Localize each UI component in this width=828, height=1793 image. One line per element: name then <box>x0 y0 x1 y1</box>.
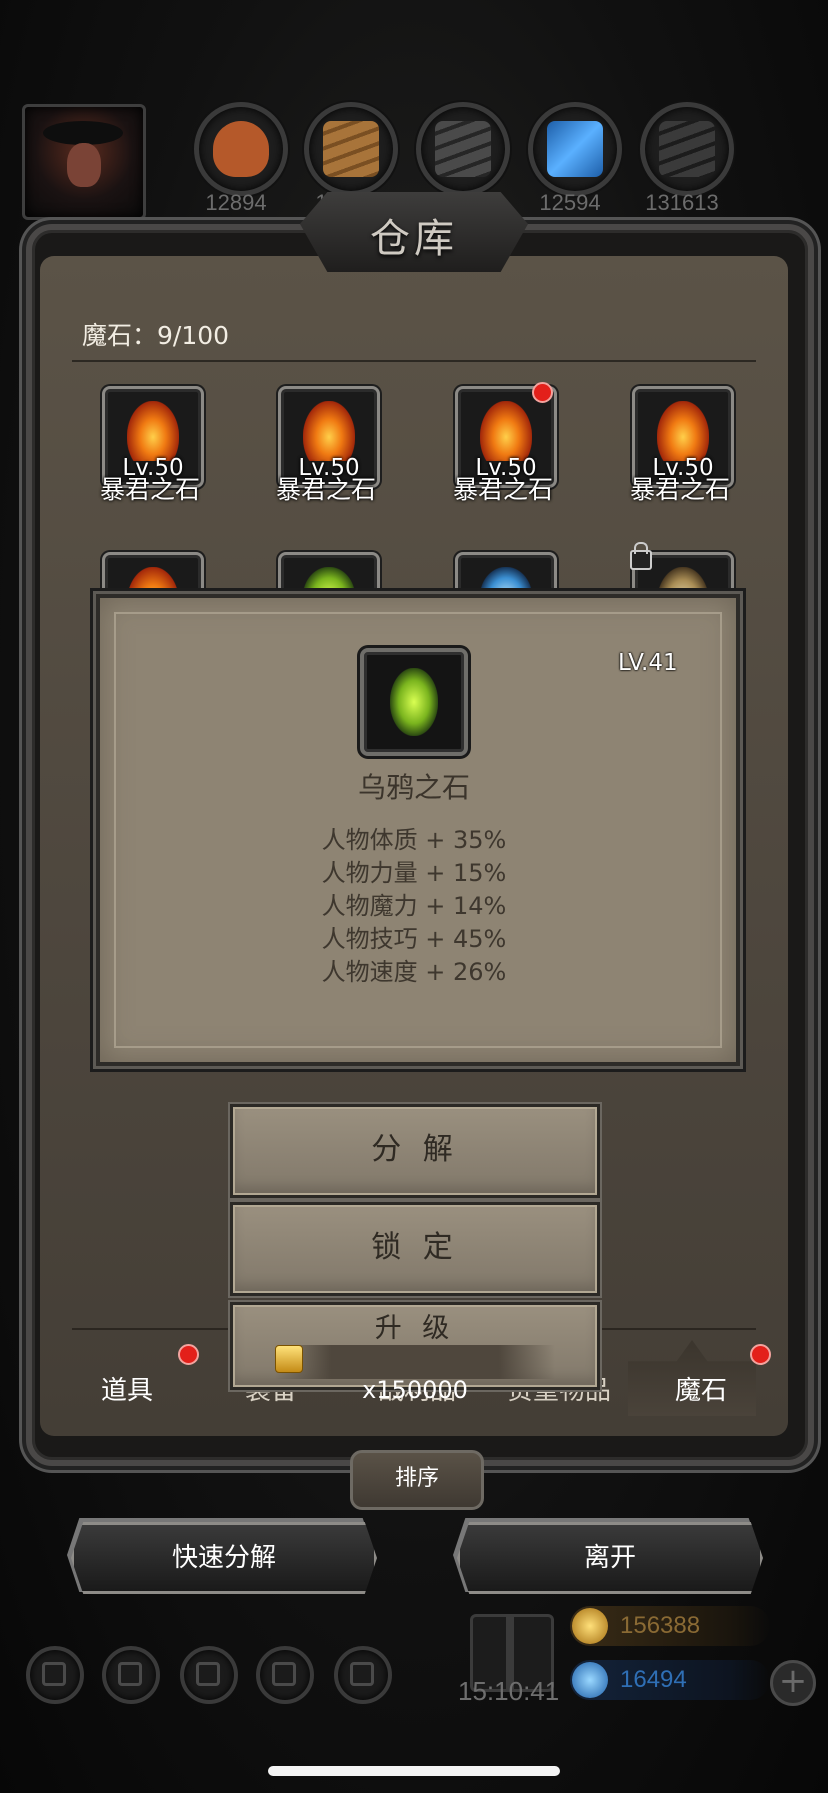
stat-strength: 人物力量 + 15% <box>321 859 507 887</box>
lock-icon <box>630 542 652 570</box>
sort-button[interactable]: 排序 <box>350 1450 484 1510</box>
fire-stone-icon <box>127 401 179 461</box>
tab-items-badge <box>178 1344 199 1365</box>
quick-decompose-button[interactable]: 快速分解 <box>71 1522 377 1594</box>
gem-amount: 16494 <box>620 1666 687 1693</box>
upgrade-button[interactable]: 升 级 x150000 <box>230 1302 600 1404</box>
fire-stone-icon <box>480 401 532 461</box>
tab-magic-stones[interactable]: 魔石 <box>626 1370 776 1407</box>
page-title: 仓库 <box>370 216 458 262</box>
gold-counter: 156388 <box>570 1606 770 1646</box>
decompose-label: 分 解 <box>371 1132 459 1167</box>
fire-stone-icon <box>657 401 709 461</box>
tab-stones-badge <box>750 1344 771 1365</box>
stat-list: 人物体质 + 35% 人物力量 + 15% 人物魔力 + 14% 人物技巧 + … <box>96 824 732 989</box>
top-divider <box>72 360 756 362</box>
new-badge <box>532 382 553 403</box>
gold-coin-icon <box>275 1345 303 1373</box>
avatar-hat <box>43 121 123 145</box>
leave-button[interactable]: 离开 <box>457 1522 763 1594</box>
character-icon[interactable] <box>180 1646 238 1704</box>
crystal-count: 12594 <box>539 190 601 215</box>
crystal-icon[interactable] <box>528 102 622 196</box>
stat-skill: 人物技巧 + 45% <box>321 925 507 953</box>
player-avatar[interactable] <box>22 104 146 220</box>
stone-icon[interactable] <box>416 102 510 196</box>
wood-icon[interactable] <box>304 102 398 196</box>
slot-name: 暴君之石 <box>99 475 200 504</box>
upgrade-cost: x150000 <box>275 1345 555 1404</box>
gold-amount: 156388 <box>620 1612 701 1639</box>
avatar-face <box>67 143 101 187</box>
mail-icon[interactable] <box>256 1646 314 1704</box>
meat-count: 12894 <box>205 190 267 215</box>
home-indicator <box>268 1766 560 1776</box>
detail-level: LV.41 <box>618 650 678 676</box>
gold-icon <box>572 1608 608 1644</box>
stat-magic: 人物魔力 + 14% <box>321 892 507 920</box>
add-currency-button[interactable]: + <box>770 1660 816 1706</box>
meat-icon[interactable] <box>194 102 288 196</box>
capacity-label: 魔石：9/100 <box>82 321 230 350</box>
clock: 15:10:41 <box>458 1676 560 1706</box>
decompose-button[interactable]: 分 解 <box>230 1104 600 1198</box>
detail-item-name: 乌鸦之石 <box>357 771 470 804</box>
stat-constitution: 人物体质 + 35% <box>321 826 507 854</box>
gem-counter: 16494 <box>570 1660 770 1700</box>
stat-speed: 人物速度 + 26% <box>321 958 507 986</box>
tab-items[interactable]: 道具 <box>52 1370 202 1407</box>
slot-name: 暴君之石 <box>629 475 730 504</box>
iron-icon[interactable] <box>640 102 734 196</box>
iron-count: 131613 <box>645 190 719 215</box>
upgrade-label: 升 级 <box>374 1313 456 1344</box>
achievement-icon[interactable] <box>102 1646 160 1704</box>
settings-icon[interactable] <box>26 1646 84 1704</box>
detail-item-icon <box>360 648 468 756</box>
slot-name: 暴君之石 <box>452 475 553 504</box>
green-stone-icon <box>390 668 438 736</box>
lock-label: 锁 定 <box>371 1230 459 1265</box>
slot-name: 暴君之石 <box>275 475 376 504</box>
fire-stone-icon <box>303 401 355 461</box>
lock-button[interactable]: 锁 定 <box>230 1202 600 1296</box>
upgrade-cost-value: x150000 <box>362 1376 468 1404</box>
gem-icon <box>572 1662 608 1698</box>
bag-icon[interactable] <box>334 1646 392 1704</box>
